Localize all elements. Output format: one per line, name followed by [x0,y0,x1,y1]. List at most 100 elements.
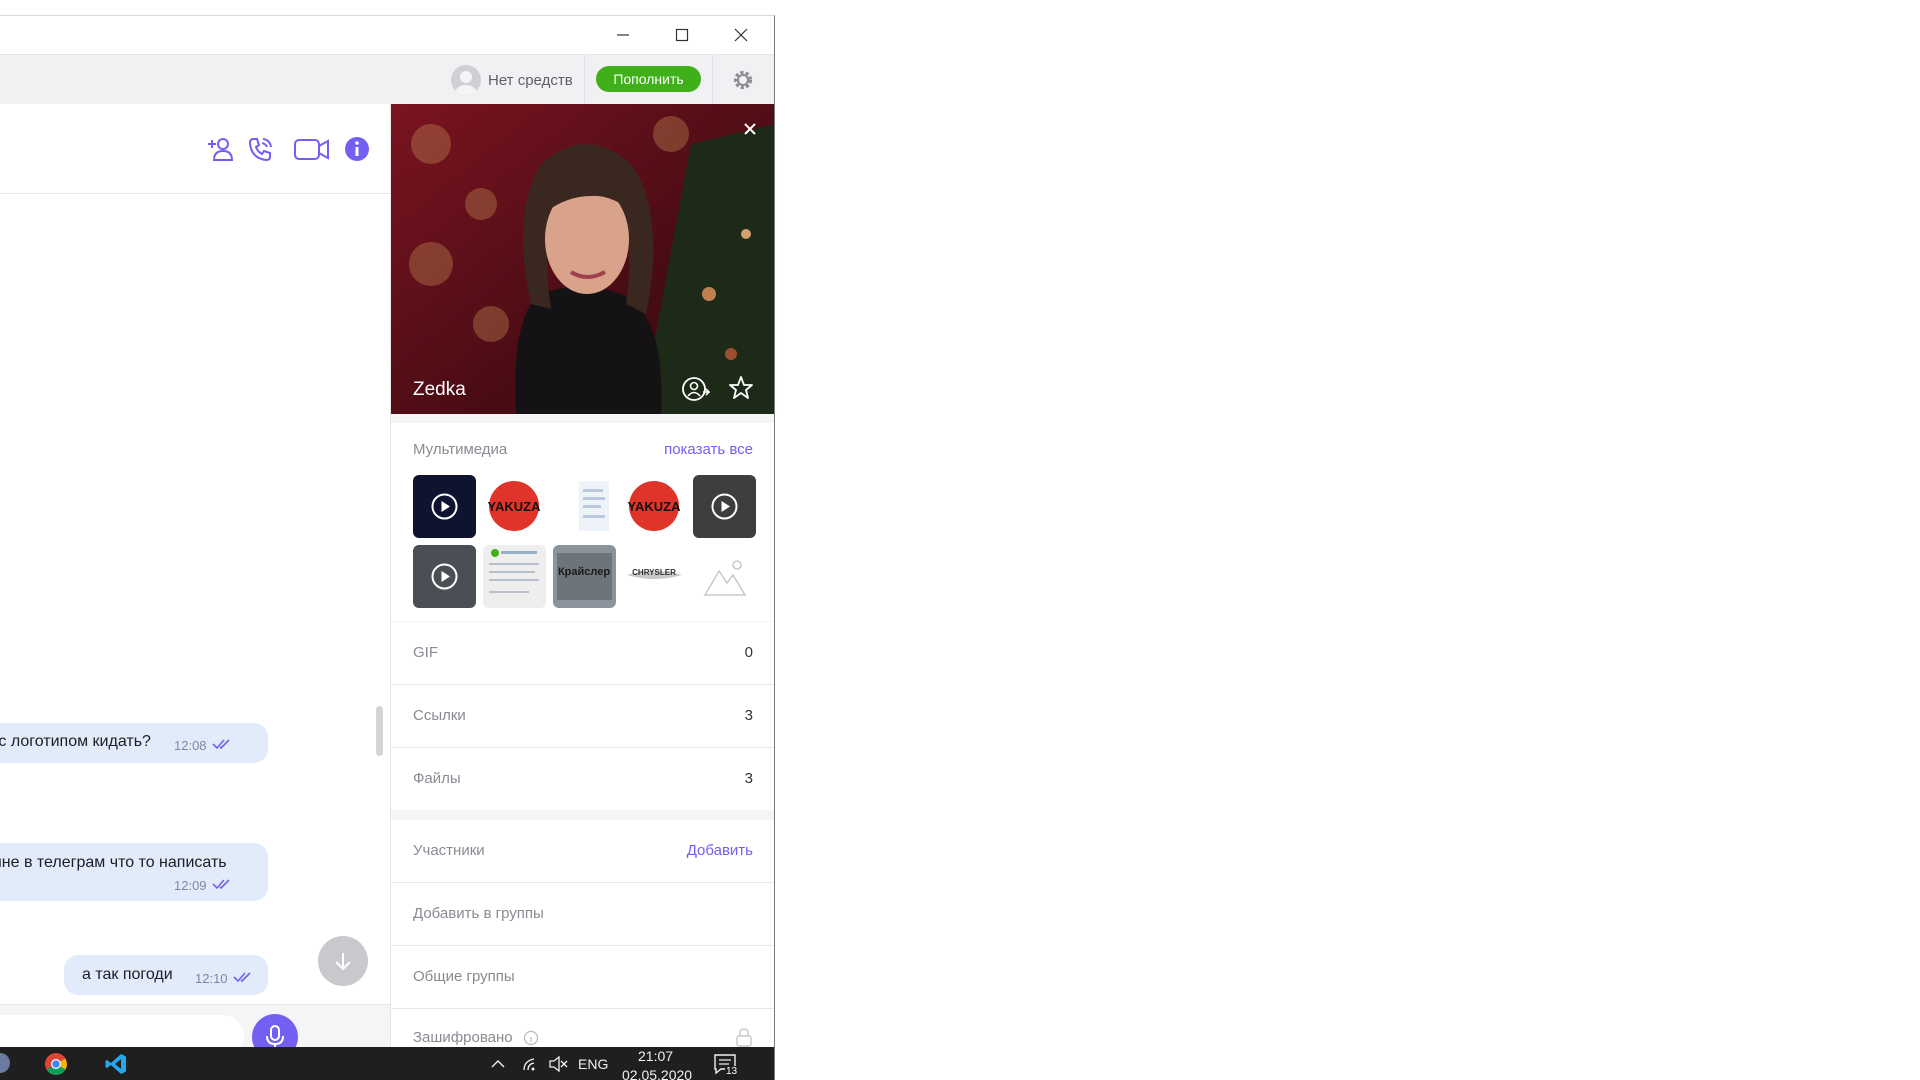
video-call-button[interactable] [292,132,332,166]
user-icon [455,71,477,95]
share-contact-button[interactable] [681,374,711,404]
favorite-button[interactable] [727,374,757,404]
speaker-muted-icon[interactable] [548,1055,568,1073]
scroll-to-bottom-button[interactable] [318,936,368,986]
share-contact-icon [682,377,711,401]
encrypted-label: Зашифровано [413,1029,513,1046]
media-thumb-image[interactable] [553,475,616,538]
topup-button[interactable]: Пополнить [596,66,701,92]
files-row[interactable]: Файлы 3 [391,748,774,810]
message-bubble[interactable]: ь мне в телеграм что то написать 12:09 [0,843,268,901]
show-all-link[interactable]: показать все [664,441,753,458]
chrysler-sign-image: Крайслер [557,553,612,600]
voice-call-button[interactable] [243,132,277,166]
composer [0,1004,390,1048]
media-thumb-video[interactable] [413,545,476,608]
message-bubble[interactable]: а так погоди 12:10 [64,955,268,995]
media-thumb-image[interactable] [483,545,546,608]
message-time: 12:08 [174,738,207,753]
scrollbar[interactable] [376,706,383,756]
notification-count: 13 [725,1066,739,1077]
links-row[interactable]: Ссылки 3 [391,685,774,747]
divider [584,55,585,105]
svg-text:YAKUZA: YAKUZA [488,499,542,514]
avatar[interactable] [451,65,481,95]
account-bar: Нет средств Пополнить [0,54,774,105]
double-check-icon [212,739,230,750]
maximize-button[interactable] [653,16,711,54]
arrow-down-icon [335,953,351,971]
document-screenshot-image [579,481,609,531]
microphone-icon [266,1025,284,1048]
gear-icon [733,70,753,90]
input-language[interactable]: ENG [578,1056,608,1072]
title-bar [0,16,774,54]
taskbar: ENG 21:07 02.05.2020 13 [0,1047,775,1080]
close-window-button[interactable] [712,16,770,54]
add-to-groups-row[interactable]: Добавить в группы [391,883,774,945]
star-icon [729,376,753,399]
message-text: а так погоди [82,966,173,983]
chrome-icon [45,1053,67,1075]
message-text: ик с логотипом кидать? [0,733,151,750]
play-icon [431,493,458,520]
media-thumb-image[interactable]: YAKUZA [483,475,546,538]
document-screenshot-image [489,549,539,593]
message-time: 12:09 [174,878,207,893]
image-placeholder-icon [703,560,747,596]
contact-info-panel: Zedka Мультимедиа показать все YAKUZA YA… [390,104,774,1048]
media-thumb-video[interactable] [693,475,756,538]
profile-photo [391,104,774,414]
encryption-row[interactable]: Зашифровано [391,1009,774,1048]
minimize-icon [617,34,629,36]
contact-name: Zedka [413,379,466,400]
media-thumb-placeholder[interactable] [693,545,756,608]
media-section: Мультимедиа показать все YAKUZA YAKUZA К… [391,423,774,621]
media-label: Мультимедиа [413,441,508,458]
play-icon [711,493,738,520]
minimize-button[interactable] [594,16,652,54]
chat-info-button[interactable] [340,132,374,166]
common-groups-label: Общие группы [413,968,515,985]
message-time: 12:10 [195,971,228,986]
info-icon [345,137,369,161]
notifications-button[interactable]: 13 [713,1052,739,1077]
media-thumb-image[interactable]: Крайслер [553,545,616,608]
voice-message-button[interactable] [252,1014,298,1048]
links-count: 3 [744,707,753,724]
add-user-icon [208,138,234,161]
info-outline-icon [523,1030,539,1046]
clock-date[interactable]: 02.05.2020 [622,1067,692,1080]
files-label: Файлы [413,770,461,787]
chat-header [0,104,390,194]
close-icon [744,123,756,135]
settings-button[interactable] [728,65,758,95]
vscode-taskbar-button[interactable] [104,1052,128,1076]
chat-pane: ик с логотипом кидать? 12:08 ь мне в тел… [0,104,390,1048]
app-window: Нет средств Пополнить логотипом кидать? … [0,15,775,1048]
media-thumb-image[interactable]: CHRYSLER [623,545,686,608]
balance-text[interactable]: Нет средств [488,72,573,89]
gif-label: GIF [413,644,438,661]
taskbar-app-icon[interactable] [0,1053,10,1073]
wifi-icon[interactable] [520,1053,540,1073]
media-thumb-video[interactable] [413,475,476,538]
svg-text:CHRYSLER: CHRYSLER [632,568,676,577]
gif-row[interactable]: GIF 0 [391,622,774,684]
chevron-up-icon[interactable] [490,1057,506,1069]
message-bubble[interactable]: ик с логотипом кидать? 12:08 [0,723,268,763]
media-thumb-image[interactable]: YAKUZA [623,475,686,538]
chrome-taskbar-button[interactable] [44,1052,68,1076]
add-participant-button[interactable] [203,132,237,166]
add-to-groups-label: Добавить в группы [413,905,544,922]
close-panel-button[interactable] [739,118,761,140]
vscode-icon [105,1054,126,1074]
video-camera-icon [294,139,329,160]
common-groups-row[interactable]: Общие группы [391,946,774,1008]
add-participant-link[interactable]: Добавить [687,842,753,859]
message-input[interactable] [0,1015,244,1048]
svg-text:Крайслер: Крайслер [558,566,610,578]
chrysler-logo-image: CHRYSLER [627,568,682,579]
clock-time[interactable]: 21:07 [638,1048,673,1064]
participants-label: Участники [413,842,485,859]
